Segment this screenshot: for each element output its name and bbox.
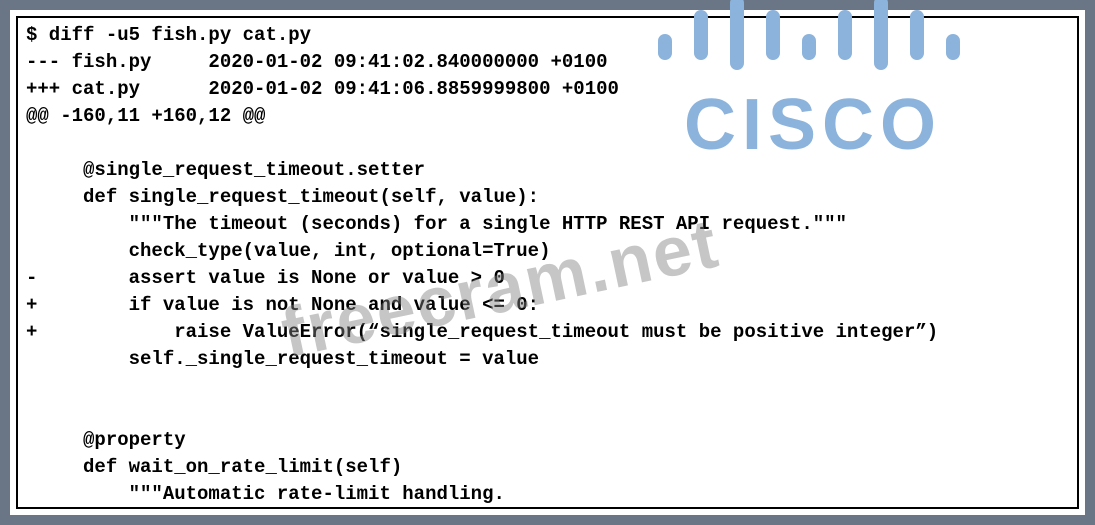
diff-added-line: + raise ValueError(“single_request_timeo… bbox=[26, 321, 938, 343]
diff-line: """The timeout (seconds) for a single HT… bbox=[26, 213, 847, 235]
diff-hunk: @@ -160,11 +160,12 @@ bbox=[26, 105, 265, 127]
diff-added-line: + if value is not None and value <= 0: bbox=[26, 294, 539, 316]
outer-frame: $ diff -u5 fish.py cat.py --- fish.py 20… bbox=[0, 0, 1095, 525]
diff-line: check_type(value, int, optional=True) bbox=[26, 240, 551, 262]
diff-header-old: --- fish.py 2020-01-02 09:41:02.84000000… bbox=[26, 51, 608, 73]
diff-output: $ diff -u5 fish.py cat.py --- fish.py 20… bbox=[18, 18, 1077, 512]
diff-line: def single_request_timeout(self, value): bbox=[26, 186, 539, 208]
diff-line: @single_request_timeout.setter bbox=[26, 159, 425, 181]
diff-line: def wait_on_rate_limit(self) bbox=[26, 456, 402, 478]
diff-line: @property bbox=[26, 429, 186, 451]
diff-line: self._single_request_timeout = value bbox=[26, 348, 539, 370]
diff-line: """Automatic rate-limit handling. bbox=[26, 483, 505, 505]
diff-header-new: +++ cat.py 2020-01-02 09:41:06.885999980… bbox=[26, 78, 619, 100]
inner-frame: $ diff -u5 fish.py cat.py --- fish.py 20… bbox=[16, 16, 1079, 509]
diff-command: $ diff -u5 fish.py cat.py bbox=[26, 24, 311, 46]
diff-removed-line: - assert value is None or value > 0 bbox=[26, 267, 505, 289]
